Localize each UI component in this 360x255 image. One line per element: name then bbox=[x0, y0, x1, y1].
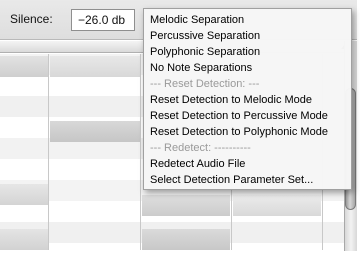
grid-cell bbox=[50, 121, 140, 142]
silence-label: Silence: bbox=[10, 12, 53, 26]
silence-threshold-field[interactable]: −26.0 db bbox=[71, 9, 135, 31]
menu-item-reset-percussive[interactable]: Reset Detection to Percussive Mode bbox=[144, 108, 351, 124]
menu-item-melodic-separation[interactable]: Melodic Separation bbox=[144, 12, 351, 28]
grid-column-divider bbox=[48, 54, 49, 250]
menu-item-reset-polyphonic[interactable]: Reset Detection to Polyphonic Mode bbox=[144, 124, 351, 140]
grid-cell bbox=[142, 195, 230, 216]
grid-cell bbox=[233, 195, 321, 216]
grid-cell bbox=[142, 229, 230, 250]
grid-cell bbox=[0, 184, 48, 205]
menu-separator-reset-detection: --- Reset Detection: --- bbox=[150, 78, 260, 90]
grid-cell bbox=[50, 56, 140, 77]
menu-item-redetect-audio-file[interactable]: Redetect Audio File bbox=[144, 156, 351, 172]
menu-separator-redetect: --- Redetect: ---------- bbox=[150, 142, 251, 154]
menu-item-select-detection-parameter-set[interactable]: Select Detection Parameter Set... bbox=[144, 172, 351, 188]
detection-popup-menu: Melodic Separation Percussive Separation… bbox=[143, 8, 352, 190]
grid-column-divider bbox=[140, 54, 141, 250]
menu-item-no-note-separations[interactable]: No Note Separations bbox=[144, 60, 351, 76]
grid-cell bbox=[0, 229, 48, 250]
menu-item-reset-melodic[interactable]: Reset Detection to Melodic Mode bbox=[144, 92, 351, 108]
app-window: Silence: −26.0 db Melodic Separation Per… bbox=[0, 0, 360, 255]
grid-cell bbox=[0, 56, 48, 77]
menu-item-percussive-separation[interactable]: Percussive Separation bbox=[144, 28, 351, 44]
menu-item-polyphonic-separation[interactable]: Polyphonic Separation bbox=[144, 44, 351, 60]
